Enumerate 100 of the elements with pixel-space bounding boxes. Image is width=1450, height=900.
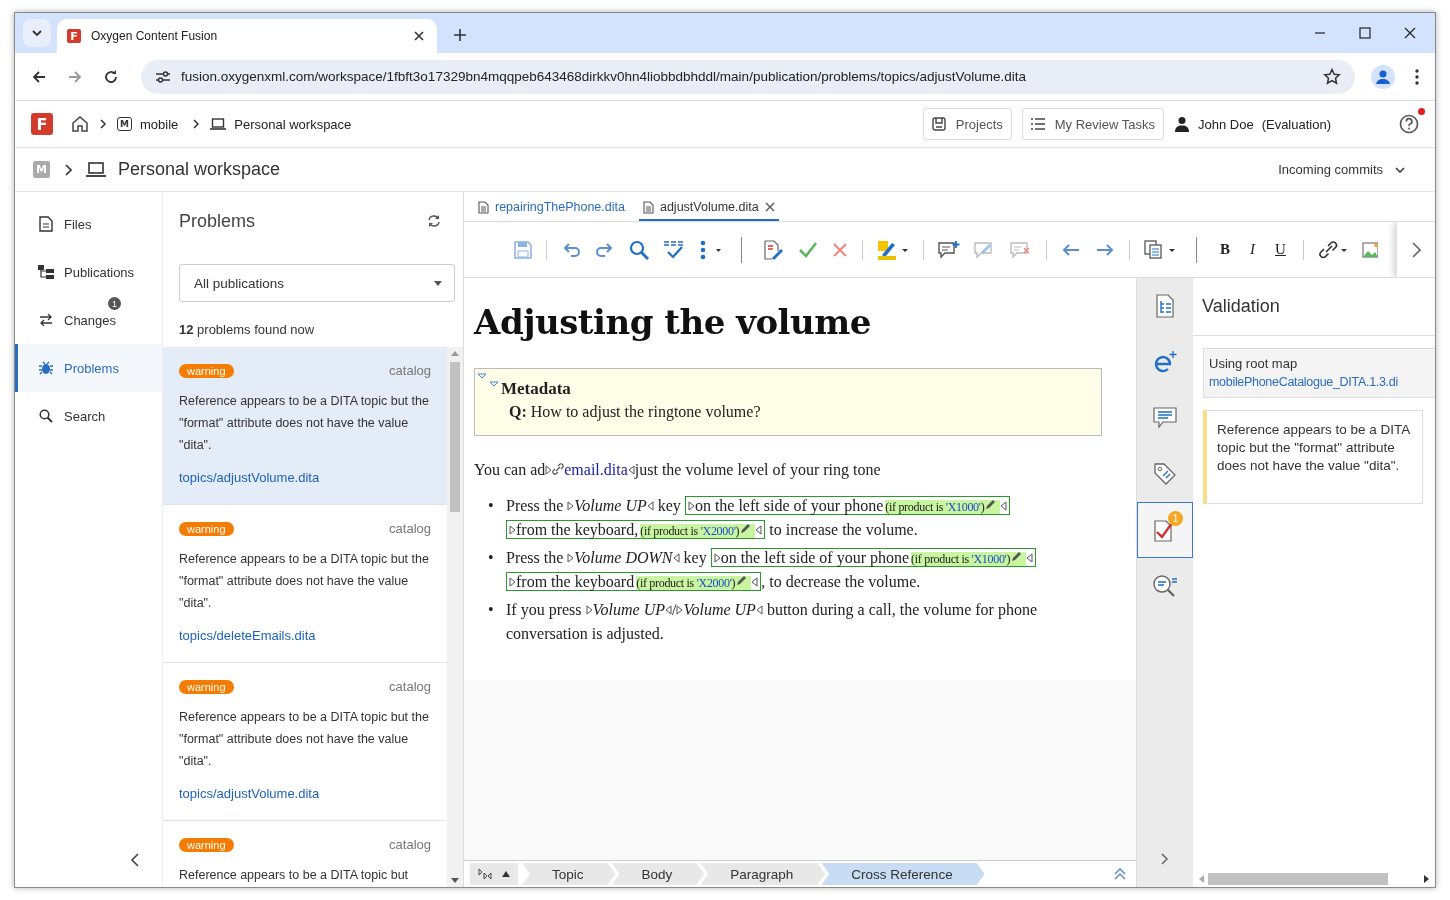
browser-tab[interactable]: F Oxygen Content Fusion [57, 19, 437, 53]
reload-icon[interactable] [103, 68, 119, 85]
scroll-right-icon[interactable] [1424, 875, 1429, 883]
tag-end-icon [1000, 501, 1008, 511]
file-link[interactable]: topics/adjustVolume.dita [179, 786, 320, 801]
chevron-right-icon[interactable] [1161, 853, 1169, 865]
publication-filter-dropdown[interactable]: All publications [179, 264, 455, 302]
find-icon [1152, 574, 1178, 598]
pencil-icon[interactable] [1010, 551, 1023, 563]
chevron-icon [192, 119, 201, 129]
spellcheck-icon[interactable] [663, 239, 685, 260]
incoming-commits-dropdown[interactable]: Incoming commits [1272, 161, 1411, 178]
repo-link[interactable]: mobile [139, 116, 179, 132]
user-name[interactable]: John Doe [1197, 116, 1254, 132]
expand-up-icon[interactable] [1114, 868, 1126, 880]
undo-icon[interactable] [561, 241, 581, 258]
close-icon[interactable] [764, 202, 775, 212]
checkmark-icon[interactable] [798, 240, 818, 259]
element-breadcrumb[interactable]: Body [611, 863, 705, 885]
panel-title: Validation [1193, 278, 1435, 336]
list-text: key [682, 549, 708, 566]
maximize-icon[interactable] [1359, 27, 1371, 39]
tag-end-icon [755, 605, 763, 615]
menu-icon[interactable] [1415, 68, 1419, 85]
conditional-text: on the left side of your phone [720, 549, 910, 566]
workspace-link[interactable]: Personal workspace [234, 116, 352, 132]
caret-icon [434, 280, 442, 286]
scrollbar[interactable] [447, 347, 463, 887]
paragraph-text: just the volume level of your ring tone [634, 461, 881, 478]
underline-button[interactable]: U [1272, 241, 1289, 258]
redo-icon[interactable] [595, 241, 615, 258]
file-link[interactable]: topics/adjustVolume.dita [179, 470, 320, 485]
ui-control-text: Volume DOWN [574, 549, 673, 566]
severity-tag: warning [179, 679, 234, 694]
search-icon[interactable] [629, 239, 649, 260]
root-map-label: Using root map [1209, 355, 1299, 373]
new-tab-icon[interactable] [453, 28, 467, 42]
bold-button[interactable]: B [1217, 241, 1233, 258]
metadata-title: Metadata [501, 379, 571, 399]
nav-item[interactable]: Publications [15, 248, 162, 296]
review-tasks-button[interactable]: My Review Tasks [1021, 108, 1164, 140]
forward-icon[interactable] [67, 68, 83, 85]
nav-item[interactable]: Problems [15, 344, 162, 392]
problem-item[interactable]: warning catalog Reference appears to be a DITA topic but the "format" attribute does not have the value "dita". topics/adjustVolume.dita [163, 347, 447, 505]
scroll-thumb[interactable] [1208, 873, 1388, 885]
star-icon[interactable] [1323, 67, 1341, 86]
close-icon[interactable] [413, 30, 425, 42]
root-map-link[interactable]: mobilePhoneCatalogue_DITA.1.3.di [1209, 373, 1398, 391]
nav-item[interactable]: Files [15, 200, 162, 248]
scroll-down-icon[interactable] [451, 878, 459, 883]
track-changes-icon[interactable] [762, 239, 784, 260]
previous-icon[interactable] [1061, 241, 1081, 258]
highlight-icon[interactable] [877, 239, 909, 260]
file-tab[interactable]: repairingThePhone.dita [474, 200, 629, 221]
site-settings-icon[interactable] [155, 69, 171, 84]
condition-text: (if product is 'X1000') [885, 500, 985, 514]
address-bar[interactable]: fusion.oxygenxml.com/workspace/1fbft3o17329bn4mqqpeb643468dirkkv0hn4liobbdbhddl/main/publication/problems/topics/adjustVolume.dita [141, 59, 1355, 94]
element-breadcrumb[interactable]: Paragraph [700, 863, 826, 885]
close-icon[interactable] [1404, 27, 1416, 39]
add-comment-icon[interactable] [938, 239, 960, 260]
refresh-icon[interactable] [427, 214, 441, 228]
validation-message[interactable]: Reference appears to be a DITA topic but the "format" attribute does not have the value "dita". [1203, 410, 1423, 504]
tag-start-icon [567, 553, 575, 563]
file-link[interactable]: topics/deleteEmails.dita [179, 628, 316, 643]
condition-text: (if product is 'X1000') [911, 552, 1011, 566]
tags-toggle-icon[interactable] [478, 868, 492, 880]
file-tab[interactable]: adjustVolume.dita [638, 200, 779, 221]
list-text: to increase the volume. [768, 521, 918, 538]
count-badge: 1 [1168, 511, 1183, 526]
scroll-thumb[interactable] [450, 362, 460, 512]
pencil-icon[interactable] [735, 575, 748, 587]
nav-item[interactable]: Search [15, 392, 162, 440]
italic-button[interactable]: I [1247, 241, 1258, 258]
user-note: (Evaluation) [1261, 116, 1331, 132]
collapse-icon[interactable] [130, 853, 140, 867]
profile-avatar-icon[interactable] [1371, 64, 1395, 89]
projects-button[interactable]: Projects [922, 108, 1012, 140]
element-breadcrumb[interactable]: Cross Reference [821, 863, 985, 885]
app-logo[interactable]: F [31, 113, 53, 135]
up-arrow-icon[interactable] [502, 871, 510, 877]
list-bullet: • [488, 600, 495, 620]
pencil-icon[interactable] [984, 499, 997, 511]
back-icon[interactable] [31, 68, 47, 85]
element-breadcrumb[interactable]: Topic [522, 863, 616, 885]
pencil-icon[interactable] [739, 523, 752, 535]
more-options-icon[interactable] [699, 239, 721, 260]
next-icon[interactable] [1095, 241, 1115, 258]
cross-reference-link[interactable]: email.dita [564, 461, 628, 478]
scrollbar[interactable] [1193, 871, 1435, 887]
home-icon[interactable] [71, 115, 89, 133]
link-icon[interactable] [1317, 239, 1348, 260]
tab-list-button[interactable] [23, 19, 51, 47]
nav-item[interactable]: 1 Changes [15, 296, 162, 344]
bug-icon [39, 361, 53, 375]
copy-icon[interactable] [1144, 239, 1176, 260]
chevron-right-icon[interactable] [1411, 241, 1421, 258]
help-icon[interactable] [1399, 114, 1419, 134]
condition-text: (if product is 'X2000') [636, 576, 736, 590]
chevron-down-icon [31, 27, 43, 39]
list-text: conversation is adjusted. [506, 624, 664, 645]
